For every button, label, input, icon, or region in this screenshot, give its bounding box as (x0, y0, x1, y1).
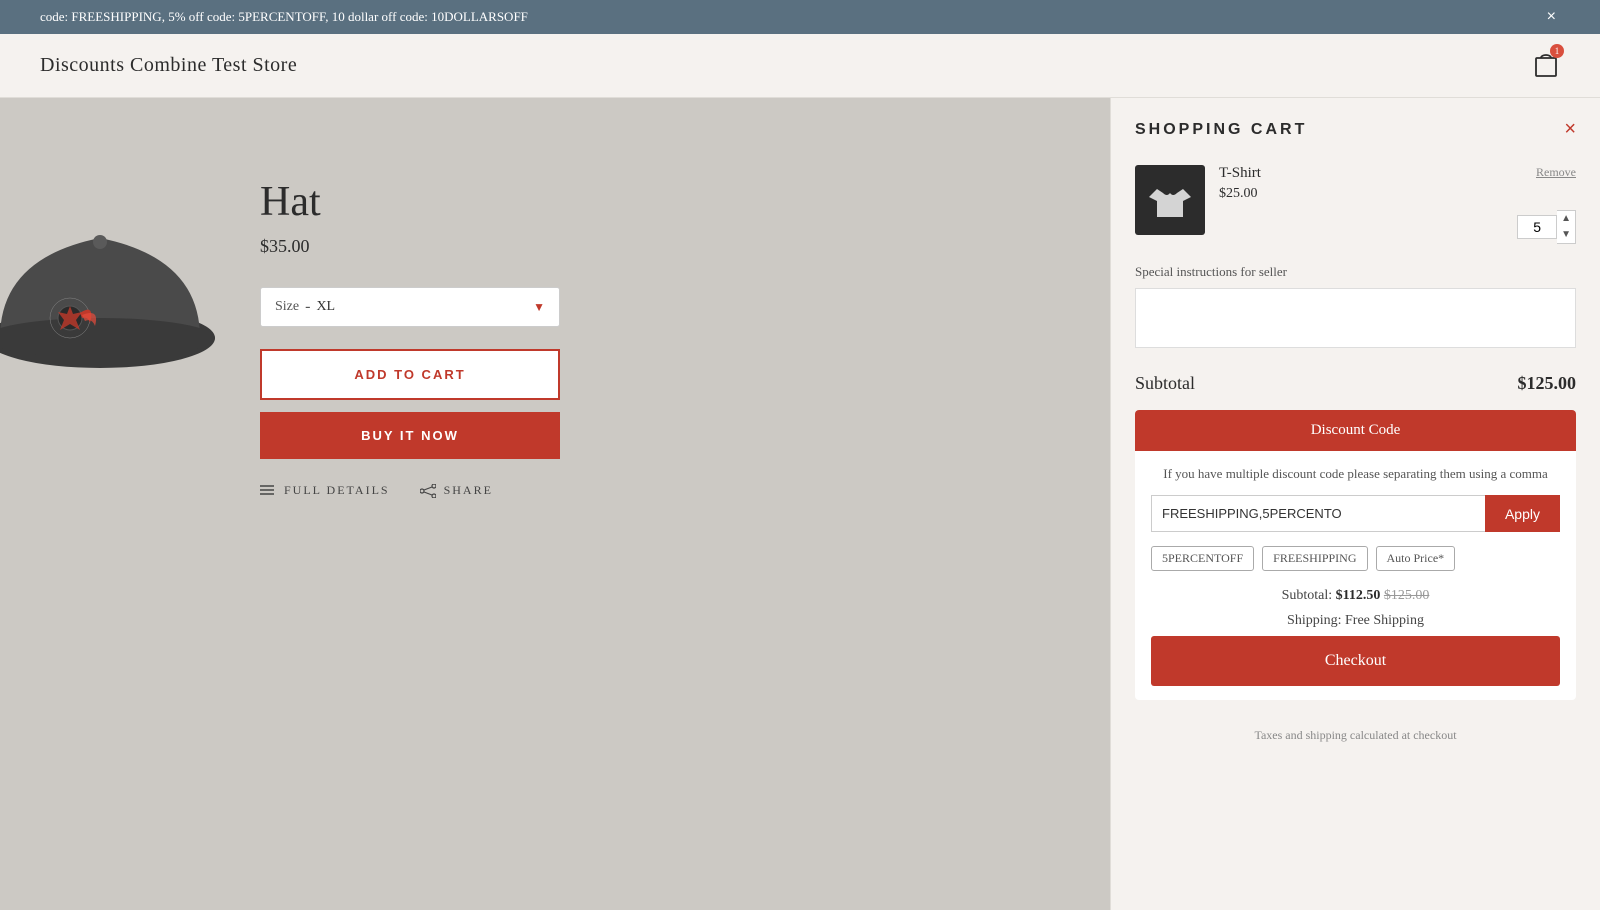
discount-input-row: Apply (1151, 495, 1560, 532)
product-links: FULL DETAILS SHARE (260, 483, 560, 498)
discounted-price: $112.50 (1336, 588, 1381, 603)
special-instructions-section: Special instructions for seller (1135, 264, 1576, 373)
discount-code-badge-freeshipping: FREESHIPPING (1262, 546, 1367, 571)
checkout-button[interactable]: Checkout (1151, 636, 1560, 686)
quantity-decrease-button[interactable]: ▼ (1557, 227, 1575, 243)
original-price-strikethrough: $125.00 (1384, 588, 1430, 603)
discount-body: If you have multiple discount code pleas… (1135, 451, 1576, 700)
cart-header: SHOPPING CART × (1135, 118, 1576, 141)
subtotal-text: Subtotal: (1282, 588, 1336, 603)
cart-item-quantity: ▲ ▼ (1219, 210, 1576, 244)
share-icon (420, 484, 436, 498)
discount-description: If you have multiple discount code pleas… (1151, 465, 1560, 483)
subtotal-label: Subtotal (1135, 373, 1195, 394)
auto-price-badge: Auto Price* (1376, 546, 1456, 571)
subtotal-row: Subtotal $125.00 (1135, 373, 1576, 394)
chevron-down-icon: ▼ (533, 300, 545, 315)
main-layout: Hat $35.00 Size - XL ▼ ADD TO CART BUY I… (0, 98, 1600, 910)
cart-item-remove-button[interactable]: Remove (1536, 165, 1576, 180)
announcement-text: code: FREESHIPPING, 5% off code: 5PERCEN… (40, 9, 1543, 25)
announcement-close-button[interactable]: × (1543, 8, 1560, 26)
share-link[interactable]: SHARE (420, 483, 493, 498)
cart-item: T-Shirt Remove $25.00 ▲ ▼ (1135, 165, 1576, 244)
size-value: XL (316, 299, 533, 315)
full-details-label: FULL DETAILS (284, 483, 390, 498)
special-instructions-label: Special instructions for seller (1135, 264, 1576, 280)
full-details-link[interactable]: FULL DETAILS (260, 483, 390, 498)
discount-code-badge-5percentoff: 5PERCENTOFF (1151, 546, 1254, 571)
cart-icon-button[interactable]: 1 (1532, 48, 1560, 83)
discount-section: Discount Code If you have multiple disco… (1135, 410, 1576, 700)
site-header: Discounts Combine Test Store 1 (0, 34, 1600, 98)
announcement-bar: code: FREESHIPPING, 5% off code: 5PERCEN… (0, 0, 1600, 34)
taxes-note: Taxes and shipping calculated at checkou… (1135, 728, 1576, 743)
quantity-input[interactable] (1517, 215, 1557, 239)
subtotal-amount: $125.00 (1518, 373, 1577, 394)
shipping-text: Shipping: Free Shipping (1151, 608, 1560, 633)
size-label: Size (275, 299, 299, 315)
product-price: $35.00 (260, 236, 560, 257)
add-to-cart-button[interactable]: ADD TO CART (260, 349, 560, 400)
product-image (0, 158, 230, 458)
cart-title: SHOPPING CART (1135, 121, 1307, 139)
product-area: Hat $35.00 Size - XL ▼ ADD TO CART BUY I… (0, 98, 1110, 910)
tshirt-icon (1149, 179, 1191, 221)
discount-header: Discount Code (1135, 410, 1576, 451)
cart-item-price: $25.00 (1219, 186, 1576, 202)
cart-close-button[interactable]: × (1564, 118, 1576, 141)
size-selector[interactable]: Size - XL ▼ (260, 287, 560, 327)
discount-totals: Subtotal: $112.50 $125.00 Shipping: Free… (1151, 583, 1560, 633)
cart-item-name: T-Shirt (1219, 165, 1261, 182)
applied-codes: 5PERCENTOFF FREESHIPPING Auto Price* (1151, 546, 1560, 571)
special-instructions-textarea[interactable] (1135, 288, 1576, 348)
list-icon (260, 484, 276, 498)
share-label: SHARE (444, 483, 493, 498)
quantity-increase-button[interactable]: ▲ (1557, 211, 1575, 227)
quantity-stepper: ▲ ▼ (1557, 210, 1576, 244)
product-title: Hat (260, 178, 560, 226)
store-name: Discounts Combine Test Store (40, 54, 297, 77)
apply-discount-button[interactable]: Apply (1485, 495, 1560, 532)
cart-item-image (1135, 165, 1205, 235)
discount-code-input[interactable] (1151, 495, 1485, 532)
shopping-cart-panel: SHOPPING CART × T-Shirt Remove $25.00 (1110, 98, 1600, 910)
cart-item-count: 1 (1550, 44, 1564, 58)
cart-item-details: T-Shirt Remove $25.00 ▲ ▼ (1219, 165, 1576, 244)
product-info: Hat $35.00 Size - XL ▼ ADD TO CART BUY I… (260, 138, 560, 498)
buy-it-now-button[interactable]: BUY IT NOW (260, 412, 560, 459)
